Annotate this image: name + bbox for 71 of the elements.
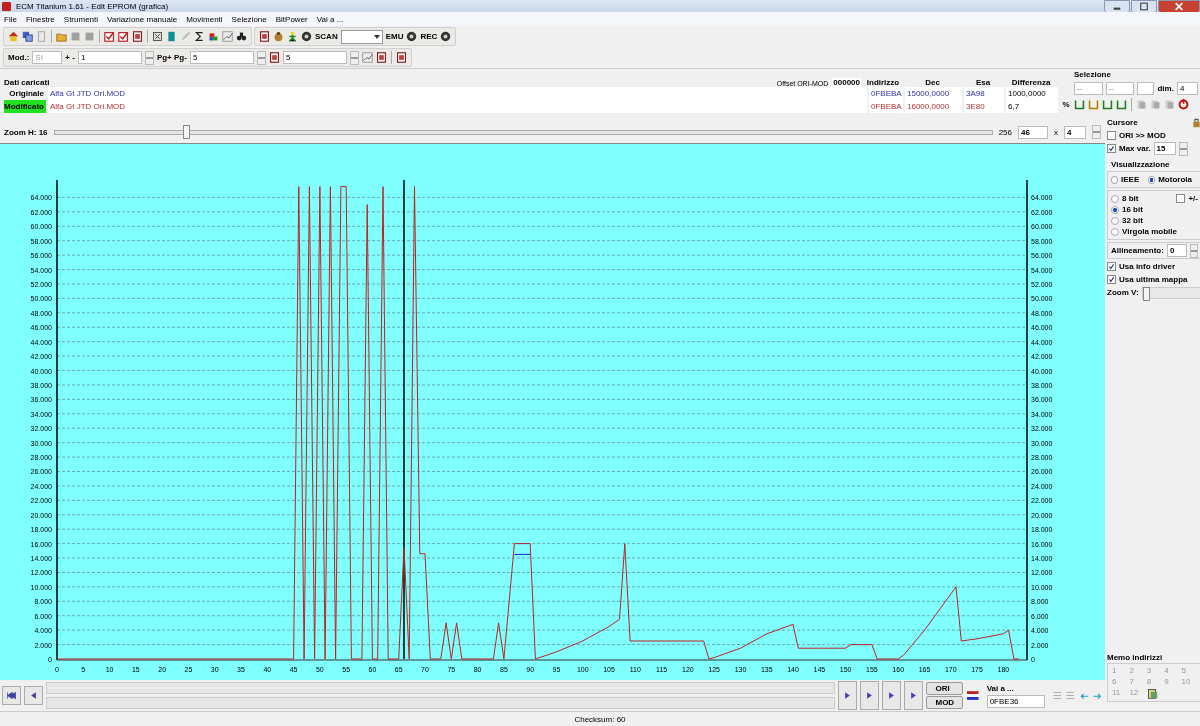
option-label: Virgola mobile	[1122, 227, 1177, 236]
mod-label: Mod.:	[8, 53, 30, 62]
column-header: Dec	[924, 78, 941, 87]
decimal-cell: 16000,0000	[905, 100, 962, 113]
file-name-cell: Alfa Gt JTD Ori.MOD	[48, 87, 867, 100]
row-label: Originale	[8, 88, 45, 100]
menu-item[interactable]: File	[4, 14, 17, 24]
unit-label: %	[1062, 100, 1070, 109]
menu-item[interactable]: BitPower	[275, 14, 308, 24]
zoom-label: Zoom V:	[1107, 288, 1139, 297]
menu-item[interactable]: Strumenti	[63, 14, 99, 24]
page-label: Pg+ Pg-	[156, 53, 187, 62]
menu-item[interactable]: Movimenti	[186, 14, 223, 24]
selection-field[interactable]: --	[1105, 82, 1135, 95]
selection-field[interactable]: --	[1074, 82, 1103, 95]
address-cell: 0FBEBA	[869, 87, 903, 100]
dim-field[interactable]: 4	[1176, 82, 1198, 95]
option-label: Max var.	[1119, 144, 1151, 153]
option-label: Motorola	[1158, 175, 1192, 184]
option-label: 16 bit	[1122, 205, 1143, 214]
zoom-label: Zoom H: 16	[4, 127, 48, 137]
column-header: Differenza	[1010, 78, 1052, 87]
ori-button[interactable]: ORI	[926, 682, 964, 695]
dim-label: dim.	[1157, 84, 1174, 93]
max-var-field[interactable]: 15	[1153, 142, 1176, 155]
step-label: + -	[65, 53, 75, 62]
menu-item[interactable]: Selezione	[231, 14, 267, 24]
times-label: x	[1054, 127, 1058, 137]
option-label: Usa ultima mappa	[1119, 275, 1188, 284]
window-title: ECM Titanium 1.61 - Edit EPROM (grafica)	[16, 1, 170, 11]
selection-title: Selezione	[1074, 70, 1112, 79]
page-field[interactable]: 5	[189, 51, 254, 64]
zoom-value: 256	[998, 127, 1012, 137]
goto-field[interactable]: 0FBE36	[986, 694, 1045, 708]
column-header: Esa	[974, 78, 992, 87]
column-header: Indirizzo	[865, 78, 901, 87]
value-field[interactable]: 5	[282, 51, 347, 64]
multiplier-field[interactable]: 4	[1064, 125, 1086, 139]
memo-title: Memo indirizzi	[1107, 653, 1164, 662]
step-field[interactable]: 1	[77, 51, 142, 64]
hex-cell: 3A98	[964, 87, 1004, 100]
hex-cell: 3E80	[964, 100, 1004, 113]
width-field[interactable]: 46	[1018, 125, 1048, 139]
scan-label: SCAN	[315, 32, 338, 41]
alignment-field[interactable]: 0	[1166, 244, 1187, 257]
menu-item[interactable]: Vai a ...	[316, 14, 344, 24]
option-label: Usa info driver	[1119, 262, 1175, 271]
status-text: Checksum: 60	[574, 714, 626, 724]
option-label: 8 bit	[1122, 194, 1139, 203]
difference-cell: 6,7	[1006, 100, 1058, 113]
group-title: Visualizzazione	[1111, 160, 1171, 169]
offset-value: 000000	[832, 78, 861, 87]
cursor-title: Cursore	[1107, 118, 1138, 127]
option-label: ORI >> MOD	[1119, 131, 1166, 140]
option-label: IEEE	[1121, 175, 1140, 184]
menu-item[interactable]: Finestre	[25, 14, 55, 24]
goto-label: Vai a ...	[986, 683, 1015, 693]
alignment-label: Allineamento:	[1111, 246, 1164, 255]
option-label: 32 bit	[1122, 216, 1143, 225]
address-cell: 0FBEBA	[869, 100, 903, 113]
file-name-cell: Alfa Gt JTD Ori.MOD	[48, 100, 867, 113]
decimal-cell: 15000,0000	[905, 87, 962, 100]
option-label: +/-	[1188, 194, 1198, 203]
rec-label: REC	[420, 32, 438, 41]
mod-button[interactable]: MOD	[926, 696, 964, 709]
difference-cell: 1000,0000	[1006, 87, 1058, 100]
menu-item[interactable]: Variazione manuale	[107, 14, 178, 24]
line-series	[56, 186, 1020, 660]
section-title: Dati caricati	[4, 78, 50, 87]
emu-label: EMU	[385, 32, 404, 41]
row-label: Modificato	[4, 100, 46, 113]
